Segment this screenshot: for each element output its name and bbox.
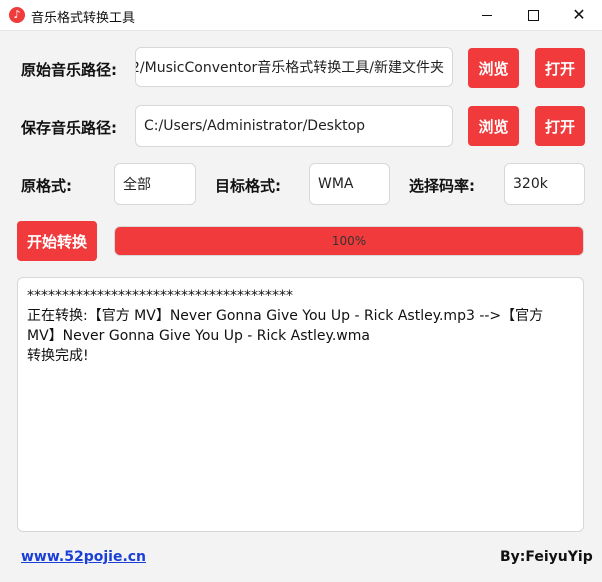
source-open-button[interactable]: 打开 (535, 48, 585, 88)
progress-text: 100% (331, 234, 367, 248)
output-path-label: 保存音乐路径: (21, 119, 117, 137)
close-button[interactable]: ✕ (556, 0, 602, 30)
output-path-input[interactable]: C:/Users/Administrator/Desktop (135, 105, 453, 147)
source-format-label: 原格式: (21, 177, 72, 195)
log-line: ************************************** (27, 288, 293, 304)
minimize-icon (482, 14, 492, 16)
log-line: 正在转换:【官方 MV】Never Gonna Give You Up - Ri… (27, 308, 548, 344)
window-title: 音乐格式转换工具 (31, 11, 136, 26)
source-format-select[interactable]: 全部 (114, 163, 196, 205)
progress-bar: 100% (114, 226, 584, 256)
author-credit: By:FeiyuYip (500, 549, 593, 565)
output-browse-button[interactable]: 浏览 (468, 106, 519, 146)
bitrate-value: 320k (513, 176, 548, 192)
target-format-value: WMA (318, 176, 354, 192)
target-format-label: 目标格式: (215, 177, 281, 195)
log-line: 转换完成! (27, 348, 89, 364)
bitrate-select[interactable]: 320k (504, 163, 585, 205)
source-path-input[interactable]: 32/MusicConventor音乐格式转换工具/新建文件夹 (135, 47, 453, 87)
output-open-button[interactable]: 打开 (535, 106, 585, 146)
source-path-value: 32/MusicConventor音乐格式转换工具/新建文件夹 (135, 60, 444, 76)
log-output[interactable]: ************************************** 正… (17, 277, 584, 532)
target-format-select[interactable]: WMA (309, 163, 390, 205)
maximize-icon (527, 9, 539, 21)
source-format-value: 全部 (123, 177, 151, 193)
source-path-label: 原始音乐路径: (21, 61, 117, 79)
source-browse-button[interactable]: 浏览 (468, 48, 519, 88)
maximize-button[interactable] (510, 0, 556, 30)
start-convert-button[interactable]: 开始转换 (17, 221, 97, 261)
title-bar: ♪ 音乐格式转换工具 ✕ (0, 0, 602, 31)
close-icon: ✕ (572, 5, 586, 24)
bitrate-label: 选择码率: (409, 177, 475, 195)
output-path-value: C:/Users/Administrator/Desktop (144, 118, 366, 134)
music-note-icon: ♪ (9, 7, 25, 23)
minimize-button[interactable] (464, 0, 510, 30)
website-link[interactable]: www.52pojie.cn (21, 549, 146, 565)
